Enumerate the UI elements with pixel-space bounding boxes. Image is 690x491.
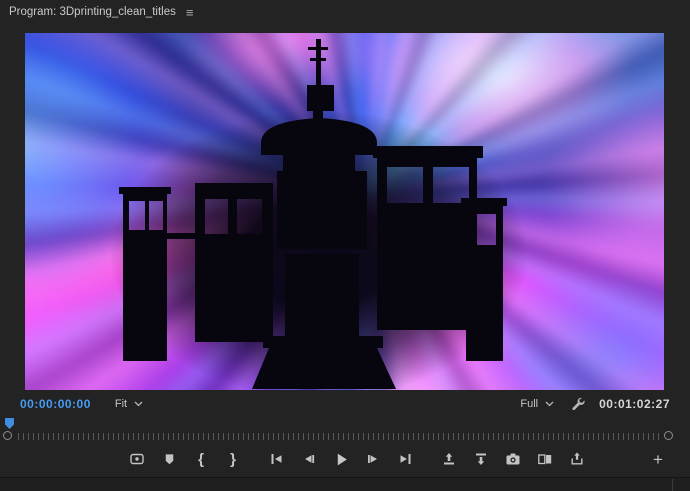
panel-splitter[interactable]: [672, 479, 673, 491]
video-frame-silhouette: [119, 39, 507, 389]
transport-group-edit: [437, 447, 589, 471]
transport-controls: { }: [0, 445, 690, 473]
playback-resolution-value: Full: [520, 397, 539, 410]
tab-program-monitor[interactable]: Program: 3Dprinting_clean_titles ≡: [9, 6, 193, 19]
playhead[interactable]: [5, 418, 14, 429]
mark-out-brace-icon: }: [230, 450, 236, 468]
mark-out-button[interactable]: }: [221, 447, 245, 471]
wrench-icon: [572, 397, 585, 411]
bar-triangle-right-icon: [368, 455, 377, 463]
camera-icon: [506, 453, 520, 465]
dual-frames-icon: [538, 454, 552, 465]
extract-button[interactable]: [469, 447, 493, 471]
plus-icon: +: [653, 449, 663, 469]
program-monitor-viewport: [25, 33, 664, 390]
export-frame-button[interactable]: [501, 447, 525, 471]
chevron-down-icon: [545, 401, 554, 406]
arrow-up-frame-icon: [444, 453, 454, 465]
transport-group-marks: { }: [125, 447, 245, 471]
triangle-left-bar-icon: [305, 455, 315, 463]
button-editor-plus-button[interactable]: +: [646, 447, 670, 471]
step-forward-button[interactable]: [361, 447, 385, 471]
lift-button[interactable]: [437, 447, 461, 471]
play-button[interactable]: [329, 447, 353, 471]
program-monitor-panel: Program: 3Dprinting_clean_titles ≡ 00:00…: [0, 0, 690, 491]
time-ruler-ticks[interactable]: [18, 433, 660, 440]
transport-group-playback: [265, 447, 417, 471]
triangle-right-bar-icon: [400, 454, 411, 464]
step-back-button[interactable]: [297, 447, 321, 471]
panel-menu-icon[interactable]: ≡: [186, 6, 194, 19]
scrollbar-left-handle[interactable]: [3, 431, 12, 440]
marker-flag-icon: [165, 453, 173, 464]
duration-timecode: 00:01:02:27: [599, 396, 670, 411]
go-to-in-button[interactable]: [265, 447, 289, 471]
mark-in-button[interactable]: {: [189, 447, 213, 471]
current-timecode[interactable]: 00:00:00:00: [20, 397, 91, 411]
arrow-down-frame-icon: [476, 453, 486, 465]
panel-header: Program: 3Dprinting_clean_titles ≡: [0, 0, 690, 24]
share-arrow-icon: [571, 452, 583, 465]
add-marker-button[interactable]: [157, 447, 181, 471]
export-button[interactable]: [565, 447, 589, 471]
playback-resolution-select[interactable]: Full: [520, 398, 554, 410]
comparison-view-button[interactable]: [533, 447, 557, 471]
go-to-out-button[interactable]: [393, 447, 417, 471]
zoom-level-select[interactable]: Fit: [115, 398, 143, 410]
loop-icon: [130, 453, 144, 465]
panel-bottom-divider: [0, 477, 690, 491]
bar-triangle-left-icon: [271, 454, 282, 464]
mark-in-brace-icon: {: [198, 450, 204, 468]
zoom-level-value: Fit: [114, 397, 128, 410]
panel-title: Program: 3Dprinting_clean_titles: [9, 6, 176, 18]
scrollbar-right-handle[interactable]: [664, 431, 673, 440]
play-triangle-icon: [337, 453, 347, 465]
monitor-settings-button[interactable]: [570, 396, 585, 411]
monitor-time-ruler-area: [0, 412, 690, 445]
loop-playback-button[interactable]: [125, 447, 149, 471]
chevron-down-icon: [134, 401, 143, 406]
